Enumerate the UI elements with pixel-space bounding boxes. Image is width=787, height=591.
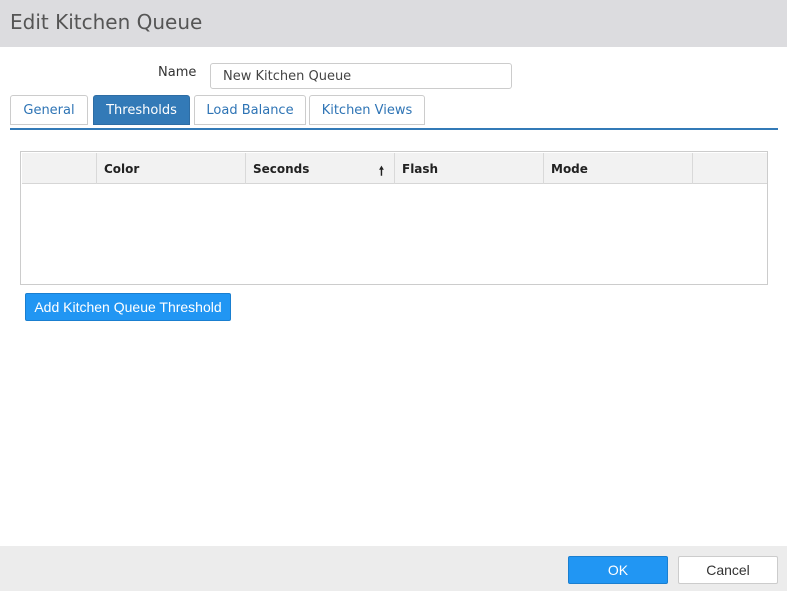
dialog-title-bar: Edit Kitchen Queue	[0, 0, 787, 47]
dialog-footer	[0, 546, 787, 591]
edit-kitchen-queue-dialog: Edit Kitchen Queue Name General Threshol…	[0, 0, 787, 591]
column-header-seconds[interactable]: Seconds 🠕	[246, 153, 395, 184]
name-label: Name	[158, 65, 197, 80]
tab-load-balance[interactable]: Load Balance	[194, 95, 306, 125]
grid-body	[22, 185, 767, 284]
tab-thresholds[interactable]: Thresholds	[93, 95, 190, 125]
column-header-flash[interactable]: Flash	[395, 153, 544, 184]
column-header-actions	[693, 153, 767, 184]
column-header-seconds-label: Seconds	[253, 161, 310, 176]
column-header-mode[interactable]: Mode	[544, 153, 693, 184]
sort-ascending-icon: 🠕	[378, 164, 384, 178]
thresholds-grid: Color Seconds 🠕 Flash Mode	[20, 151, 768, 285]
dialog-title: Edit Kitchen Queue	[10, 10, 203, 34]
grid-header: Color Seconds 🠕 Flash Mode	[22, 153, 767, 184]
column-header-color[interactable]: Color	[97, 153, 246, 184]
ok-button[interactable]: OK	[568, 556, 668, 584]
column-header-select[interactable]	[22, 153, 97, 184]
tab-underline	[10, 128, 778, 130]
tab-kitchen-views[interactable]: Kitchen Views	[309, 95, 425, 125]
cancel-button[interactable]: Cancel	[678, 556, 778, 584]
name-input[interactable]	[210, 63, 512, 89]
add-kitchen-queue-threshold-button[interactable]: Add Kitchen Queue Threshold	[25, 293, 231, 321]
tab-general[interactable]: General	[10, 95, 88, 125]
